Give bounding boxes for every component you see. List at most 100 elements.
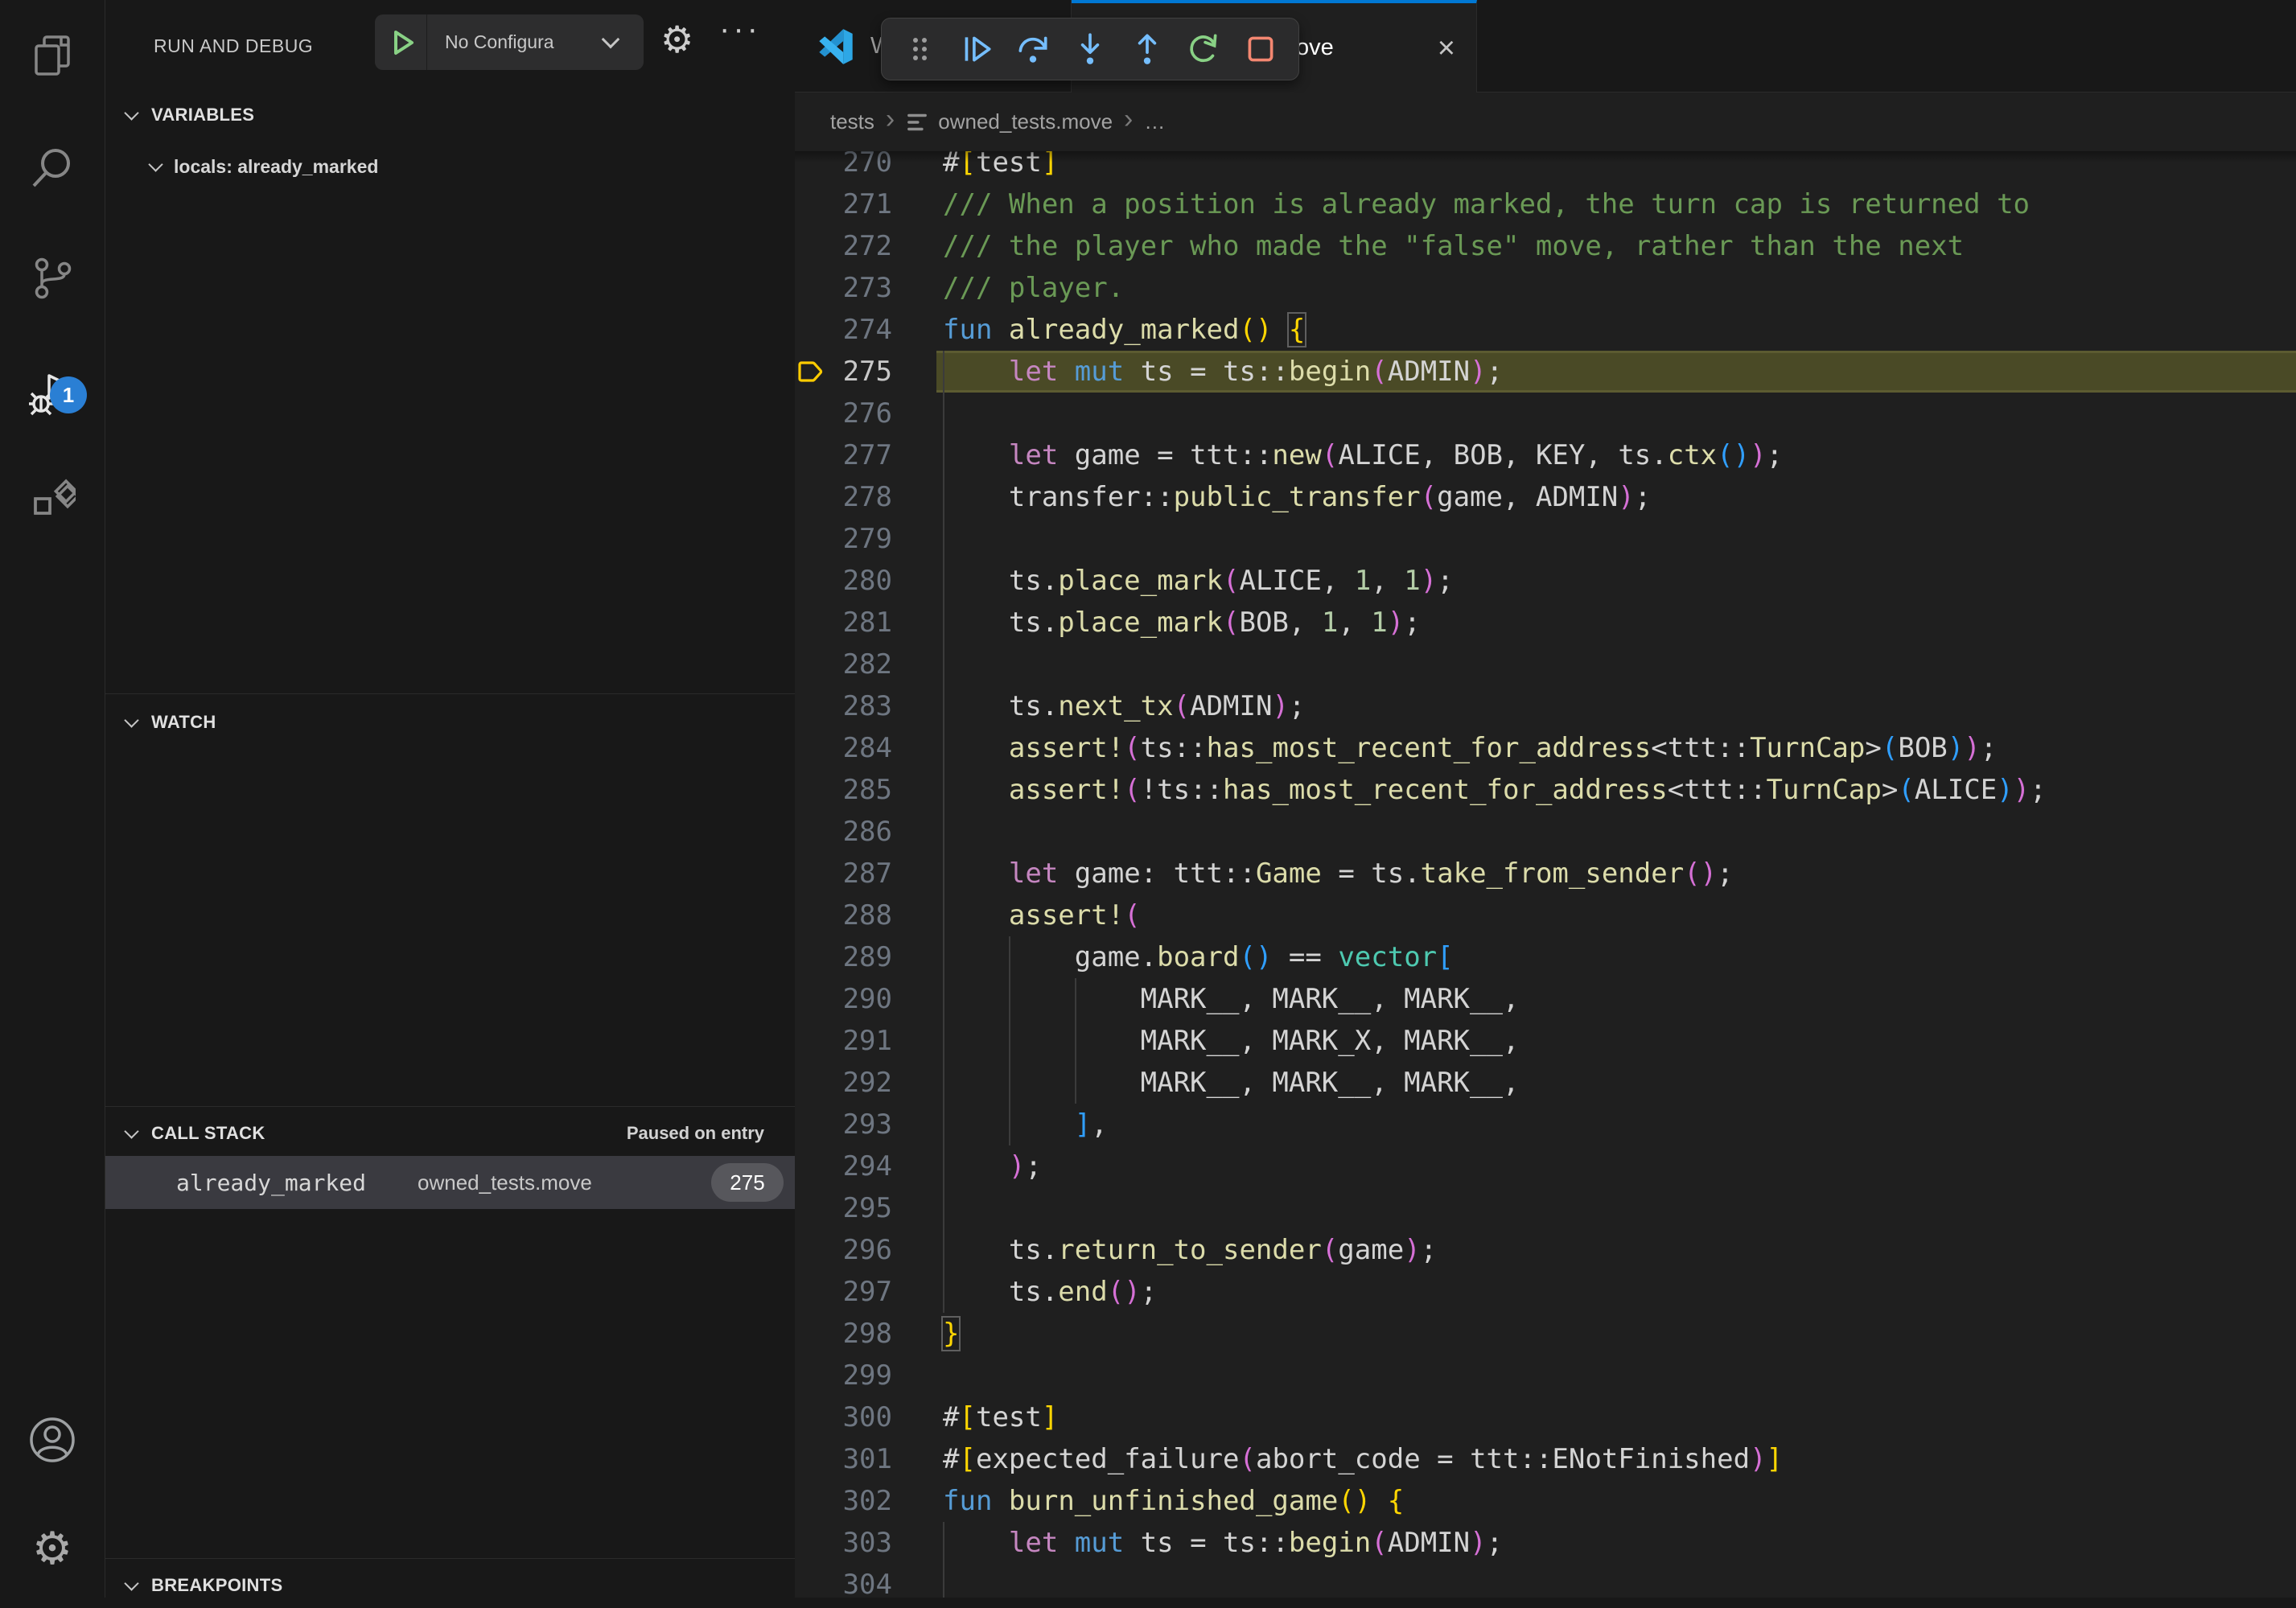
- section-call-stack[interactable]: CALL STACK Paused on entry: [105, 1111, 795, 1156]
- code-text: game.board() == vector[: [943, 936, 1454, 978]
- line-number[interactable]: 271: [795, 183, 892, 225]
- stop-button[interactable]: [1236, 24, 1286, 74]
- code-line[interactable]: 276: [795, 393, 2296, 434]
- line-number[interactable]: 278: [795, 476, 892, 518]
- code-line[interactable]: 290 MARK__, MARK__, MARK__,: [795, 978, 2296, 1020]
- line-number[interactable]: 279: [795, 518, 892, 560]
- drag-grip-icon[interactable]: [895, 24, 944, 74]
- code-line[interactable]: 294 );: [795, 1145, 2296, 1187]
- code-line[interactable]: 287 let game: ttt::Game = ts.take_from_s…: [795, 853, 2296, 894]
- config-dropdown-label[interactable]: No Configura: [445, 31, 603, 53]
- line-number[interactable]: 276: [795, 393, 892, 434]
- line-number[interactable]: 288: [795, 894, 892, 936]
- code-line[interactable]: 288 assert!(: [795, 894, 2296, 936]
- line-number[interactable]: 303: [795, 1522, 892, 1564]
- line-number[interactable]: 277: [795, 434, 892, 476]
- more-actions-icon[interactable]: ···: [719, 11, 761, 47]
- code-line[interactable]: 303 let mut ts = ts::begin(ADMIN);: [795, 1522, 2296, 1564]
- line-number[interactable]: 274: [795, 309, 892, 351]
- code-line[interactable]: 299: [795, 1355, 2296, 1396]
- breadcrumb[interactable]: tests › owned_tests.move › …: [795, 93, 2296, 151]
- explorer-icon[interactable]: [0, 7, 105, 104]
- step-out-button[interactable]: [1122, 24, 1172, 74]
- code-line[interactable]: 283 ts.next_tx(ADMIN);: [795, 685, 2296, 727]
- line-number[interactable]: 285: [795, 769, 892, 811]
- line-number[interactable]: 284: [795, 727, 892, 769]
- line-number[interactable]: 292: [795, 1062, 892, 1104]
- code-line[interactable]: 297 ts.end();: [795, 1271, 2296, 1313]
- line-number[interactable]: 293: [795, 1104, 892, 1145]
- extensions-icon[interactable]: [0, 454, 105, 550]
- code-line[interactable]: 286: [795, 811, 2296, 853]
- code-line[interactable]: 278 transfer::public_transfer(game, ADMI…: [795, 476, 2296, 518]
- code-editor[interactable]: 270#[test]271/// When a position is alre…: [795, 151, 2296, 1598]
- line-number[interactable]: 294: [795, 1145, 892, 1187]
- code-line[interactable]: 304: [795, 1564, 2296, 1598]
- variables-scope-row[interactable]: locals: already_marked: [105, 145, 795, 188]
- line-number[interactable]: 302: [795, 1480, 892, 1522]
- code-line[interactable]: 296 ts.return_to_sender(game);: [795, 1229, 2296, 1271]
- section-breakpoints[interactable]: BREAKPOINTS: [105, 1563, 795, 1608]
- run-and-debug-icon[interactable]: 1: [0, 348, 105, 444]
- line-number[interactable]: 272: [795, 225, 892, 267]
- code-line[interactable]: 271/// When a position is already marked…: [795, 183, 2296, 225]
- start-debug-icon[interactable]: [389, 29, 417, 56]
- line-number[interactable]: 282: [795, 644, 892, 685]
- line-number[interactable]: 298: [795, 1313, 892, 1355]
- line-number[interactable]: 280: [795, 560, 892, 602]
- code-line[interactable]: 292 MARK__, MARK__, MARK__,: [795, 1062, 2296, 1104]
- search-icon[interactable]: [0, 120, 105, 216]
- code-line[interactable]: 280 ts.place_mark(ALICE, 1, 1);: [795, 560, 2296, 602]
- line-number[interactable]: 299: [795, 1355, 892, 1396]
- line-number[interactable]: 281: [795, 602, 892, 644]
- line-number[interactable]: 297: [795, 1271, 892, 1313]
- source-control-icon[interactable]: [0, 230, 105, 327]
- code-line[interactable]: 285 assert!(!ts::has_most_recent_for_add…: [795, 769, 2296, 811]
- code-line[interactable]: 291 MARK__, MARK_X, MARK__,: [795, 1020, 2296, 1062]
- step-over-button[interactable]: [1008, 24, 1058, 74]
- section-variables[interactable]: VARIABLES: [105, 93, 795, 138]
- breadcrumb-item[interactable]: owned_tests.move: [938, 109, 1113, 134]
- line-number[interactable]: 283: [795, 685, 892, 727]
- chevron-down-icon: [124, 1576, 138, 1590]
- breadcrumb-item[interactable]: tests: [830, 109, 874, 134]
- code-line[interactable]: 277 let game = ttt::new(ALICE, BOB, KEY,…: [795, 434, 2296, 476]
- section-watch[interactable]: WATCH: [105, 700, 795, 745]
- debug-settings-gear-icon[interactable]: ⚙: [660, 21, 693, 58]
- code-line[interactable]: 295: [795, 1187, 2296, 1229]
- code-line[interactable]: 300#[test]: [795, 1396, 2296, 1438]
- code-line[interactable]: 274fun already_marked() {: [795, 309, 2296, 351]
- account-icon[interactable]: [0, 1392, 105, 1488]
- line-number[interactable]: 286: [795, 811, 892, 853]
- code-line[interactable]: 298}: [795, 1313, 2296, 1355]
- continue-button[interactable]: [952, 24, 1002, 74]
- line-number[interactable]: 300: [795, 1396, 892, 1438]
- code-line[interactable]: 289 game.board() == vector[: [795, 936, 2296, 978]
- line-number[interactable]: 296: [795, 1229, 892, 1271]
- code-line[interactable]: 272/// the player who made the "false" m…: [795, 225, 2296, 267]
- code-line[interactable]: 282: [795, 644, 2296, 685]
- line-number[interactable]: 273: [795, 267, 892, 309]
- settings-gear-icon[interactable]: ⚙: [0, 1500, 105, 1597]
- close-icon[interactable]: ×: [1438, 33, 1455, 64]
- code-line[interactable]: 302fun burn_unfinished_game() {: [795, 1480, 2296, 1522]
- code-line[interactable]: 293 ],: [795, 1104, 2296, 1145]
- line-number[interactable]: 295: [795, 1187, 892, 1229]
- code-line[interactable]: 284 assert!(ts::has_most_recent_for_addr…: [795, 727, 2296, 769]
- breadcrumb-item[interactable]: …: [1144, 109, 1165, 134]
- code-line[interactable]: 273/// player.: [795, 267, 2296, 309]
- code-line[interactable]: 281 ts.place_mark(BOB, 1, 1);: [795, 602, 2296, 644]
- call-stack-frame[interactable]: already_markedowned_tests.move275: [105, 1156, 795, 1209]
- restart-button[interactable]: [1179, 24, 1228, 74]
- line-number[interactable]: 291: [795, 1020, 892, 1062]
- code-line-current[interactable]: 275 let mut ts = ts::begin(ADMIN);: [795, 351, 2296, 393]
- line-number[interactable]: 289: [795, 936, 892, 978]
- line-number[interactable]: 290: [795, 978, 892, 1020]
- line-number[interactable]: 301: [795, 1438, 892, 1480]
- debug-config-dropdown[interactable]: No Configura: [375, 14, 644, 70]
- code-line[interactable]: 279: [795, 518, 2296, 560]
- line-number[interactable]: 287: [795, 853, 892, 894]
- code-line[interactable]: 301#[expected_failure(abort_code = ttt::…: [795, 1438, 2296, 1480]
- step-into-button[interactable]: [1065, 24, 1115, 74]
- line-number[interactable]: 304: [795, 1564, 892, 1598]
